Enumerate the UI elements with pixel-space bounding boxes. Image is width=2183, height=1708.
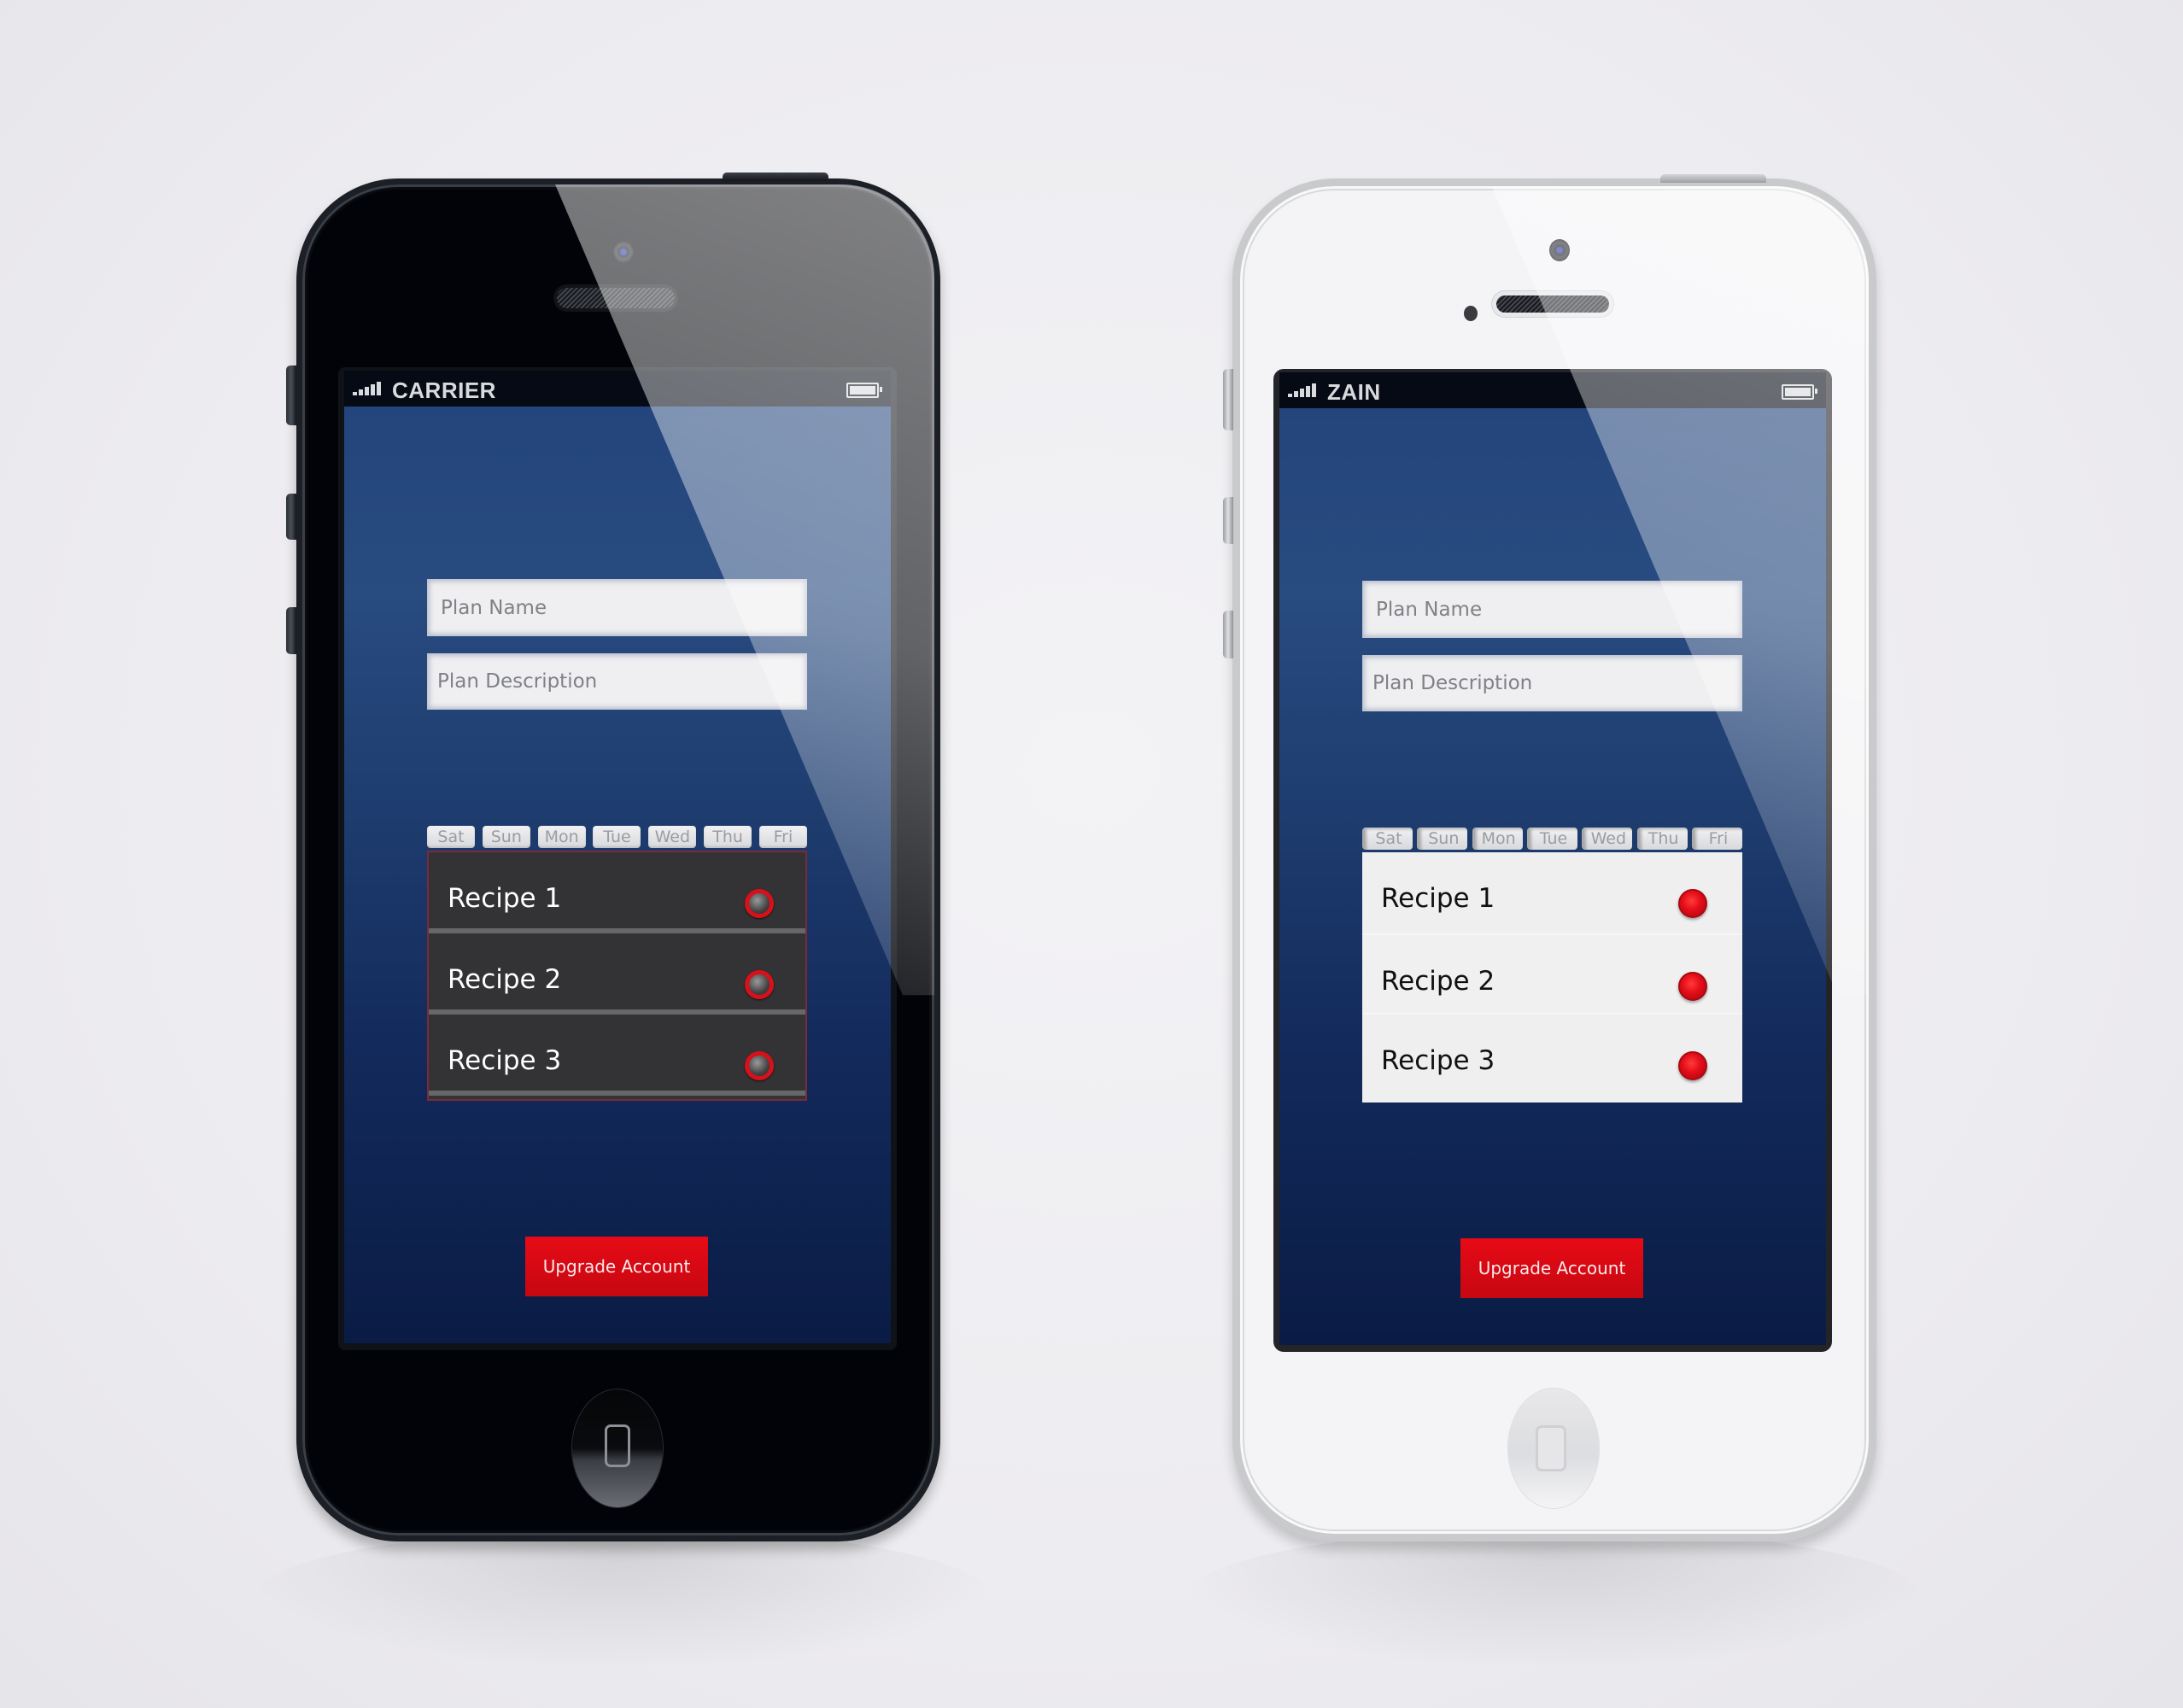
mute-switch[interactable]: [286, 366, 296, 425]
screen: CARRIER Sat Sun Mon Tue Wed Thu Fri Reci…: [338, 367, 897, 1350]
recipe-row[interactable]: Recipe 3: [1362, 1015, 1742, 1096]
recipe-row[interactable]: Recipe 3: [429, 1015, 805, 1096]
carrier-name: ZAIN: [1327, 379, 1381, 405]
upgrade-account-button[interactable]: Upgrade Account: [1460, 1238, 1643, 1298]
mute-switch[interactable]: [1223, 369, 1233, 430]
recipe-row[interactable]: Recipe 2: [429, 933, 805, 1015]
recipe-radio-button[interactable]: [1678, 1051, 1707, 1080]
recipe-row[interactable]: Recipe 2: [1362, 933, 1742, 1015]
recipe-label: Recipe 2: [1381, 966, 1495, 997]
volume-up-button[interactable]: [1223, 497, 1233, 544]
recipe-radio-button[interactable]: [745, 970, 774, 999]
tab-thu[interactable]: Thu: [704, 826, 752, 848]
volume-down-button[interactable]: [286, 607, 296, 654]
status-bar: CARRIER: [344, 371, 891, 407]
volume-up-button[interactable]: [286, 494, 296, 540]
plan-description-input[interactable]: [427, 653, 807, 710]
tab-fri[interactable]: Fri: [1691, 828, 1742, 850]
tab-wed[interactable]: Wed: [1582, 828, 1633, 850]
volume-down-button[interactable]: [1223, 611, 1233, 658]
white-phone-shadow: [1187, 1529, 1922, 1665]
tab-sat[interactable]: Sat: [1362, 828, 1413, 850]
recipe-label: Recipe 1: [448, 883, 562, 914]
day-tabs: Sat Sun Mon Tue Wed Thu Fri: [1362, 828, 1742, 850]
front-camera-icon: [613, 241, 634, 263]
tab-sun[interactable]: Sun: [1417, 828, 1468, 850]
plan-description-input[interactable]: [1362, 655, 1742, 711]
power-button[interactable]: [1660, 174, 1766, 183]
recipe-label: Recipe 2: [448, 964, 562, 995]
signal-bars-icon: [1288, 383, 1322, 397]
black-phone: CARRIER Sat Sun Mon Tue Wed Thu Fri Reci…: [286, 173, 940, 1541]
front-camera-icon: [1549, 239, 1570, 261]
recipe-label: Recipe 1: [1381, 883, 1495, 914]
tab-mon[interactable]: Mon: [537, 826, 586, 848]
tab-fri[interactable]: Fri: [758, 826, 807, 848]
plan-name-input[interactable]: [1362, 581, 1742, 638]
upgrade-account-button[interactable]: Upgrade Account: [525, 1237, 708, 1296]
recipe-row[interactable]: Recipe 1: [429, 852, 805, 933]
carrier-name: CARRIER: [392, 377, 496, 403]
home-button[interactable]: [572, 1389, 663, 1507]
black-phone-shadow: [256, 1529, 991, 1665]
recipe-label: Recipe 3: [1381, 1045, 1495, 1076]
home-square-icon: [605, 1424, 630, 1467]
earpiece-speaker-icon: [1496, 295, 1609, 313]
battery-full-icon: [1782, 384, 1817, 400]
day-tabs: Sat Sun Mon Tue Wed Thu Fri: [427, 826, 807, 848]
recipe-radio-button[interactable]: [745, 1051, 774, 1080]
white-phone: ZAIN Sat Sun Mon Tue Wed Thu Fri Recipe …: [1223, 174, 1876, 1541]
tab-wed[interactable]: Wed: [648, 826, 697, 848]
tab-sun[interactable]: Sun: [482, 826, 530, 848]
tab-thu[interactable]: Thu: [1636, 828, 1688, 850]
power-button[interactable]: [723, 173, 828, 181]
tab-tue[interactable]: Tue: [1526, 828, 1577, 850]
home-button[interactable]: [1508, 1389, 1599, 1508]
tab-tue[interactable]: Tue: [593, 826, 641, 848]
app-content: Sat Sun Mon Tue Wed Thu Fri Recipe 1 Rec…: [1279, 408, 1826, 1345]
screen: ZAIN Sat Sun Mon Tue Wed Thu Fri Recipe …: [1273, 369, 1832, 1352]
recipe-list: Recipe 1 Recipe 2 Recipe 3: [1362, 852, 1742, 1103]
home-square-icon: [1536, 1425, 1566, 1471]
status-bar: ZAIN: [1279, 372, 1826, 408]
earpiece-speaker-icon: [557, 288, 675, 308]
recipe-label: Recipe 3: [448, 1045, 562, 1076]
recipe-radio-button[interactable]: [1678, 972, 1707, 1001]
plan-name-input[interactable]: [427, 579, 807, 636]
battery-full-icon: [846, 383, 882, 398]
tab-mon[interactable]: Mon: [1472, 828, 1523, 850]
tab-sat[interactable]: Sat: [427, 826, 475, 848]
app-content: Sat Sun Mon Tue Wed Thu Fri Recipe 1 Rec…: [344, 407, 891, 1343]
recipe-list: Recipe 1 Recipe 2 Recipe 3: [427, 851, 807, 1101]
recipe-radio-button[interactable]: [1678, 889, 1707, 918]
recipe-row[interactable]: Recipe 1: [1362, 852, 1742, 933]
proximity-sensor-icon: [1464, 306, 1478, 321]
recipe-radio-button[interactable]: [745, 889, 774, 918]
signal-bars-icon: [353, 382, 387, 395]
